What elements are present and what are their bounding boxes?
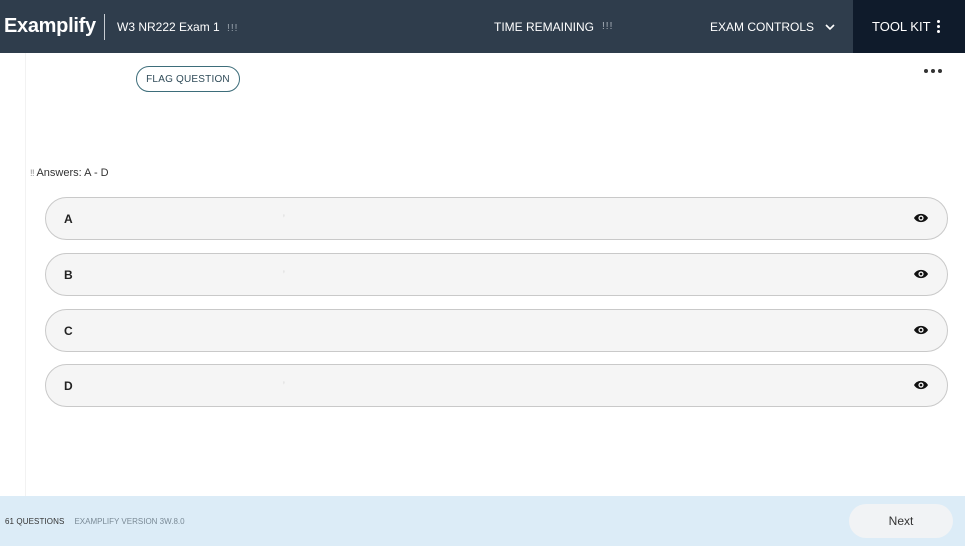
footer-bar: 61 QUESTIONS EXAMPLIFY VERSION 3W.8.0 Ne… xyxy=(0,496,965,546)
option-letter: D xyxy=(64,378,73,393)
exam-title-text: W3 NR222 Exam 1 xyxy=(117,19,220,34)
answers-label: !! Answers: A - D xyxy=(30,167,109,179)
exam-controls-button[interactable]: EXAM CONTROLS xyxy=(710,0,836,53)
answers-label-prefix: !! xyxy=(30,168,35,178)
option-letter: C xyxy=(64,323,73,338)
next-button[interactable]: Next xyxy=(849,504,953,538)
more-horizontal-icon[interactable] xyxy=(924,66,946,76)
app-logo: Examplify xyxy=(4,15,96,37)
eye-icon[interactable] xyxy=(913,268,929,280)
eye-icon[interactable] xyxy=(913,212,929,224)
left-panel xyxy=(0,53,26,496)
time-remaining-value: !!! xyxy=(602,21,614,32)
app-version: EXAMPLIFY VERSION 3W.8.0 xyxy=(74,516,185,526)
answer-option-c[interactable]: C xyxy=(45,309,948,352)
time-remaining-label: TIME REMAINING xyxy=(494,19,595,34)
option-letter: B xyxy=(64,267,73,282)
top-bar: Examplify W3 NR222 Exam 1 !!! TIME REMAI… xyxy=(0,0,965,53)
exam-title-blurred: !!! xyxy=(227,22,239,34)
option-letter: A xyxy=(64,211,73,226)
answer-option-a[interactable]: A ’ xyxy=(45,197,948,240)
answer-option-b[interactable]: B ’ xyxy=(45,253,948,296)
tool-kit-button[interactable]: TOOL KIT xyxy=(853,0,965,53)
kebab-icon xyxy=(936,20,940,33)
eye-icon[interactable] xyxy=(913,379,929,391)
answer-option-d[interactable]: D ’ xyxy=(45,364,948,407)
eye-icon[interactable] xyxy=(913,324,929,336)
option-text: ’ xyxy=(282,268,286,281)
time-remaining: TIME REMAINING !!! xyxy=(494,0,613,53)
exam-controls-label: EXAM CONTROLS xyxy=(710,19,815,34)
chevron-down-icon xyxy=(825,23,835,30)
answers-label-text: Answers: A - D xyxy=(36,167,109,179)
exam-title: W3 NR222 Exam 1 !!! xyxy=(117,20,417,34)
flag-question-button[interactable]: FLAG QUESTION xyxy=(136,66,240,92)
option-text: ’ xyxy=(282,379,286,392)
header-divider xyxy=(104,13,105,40)
question-count: 61 QUESTIONS xyxy=(5,516,65,526)
option-text: ’ xyxy=(282,212,286,225)
tool-kit-label: TOOL KIT xyxy=(872,19,931,34)
